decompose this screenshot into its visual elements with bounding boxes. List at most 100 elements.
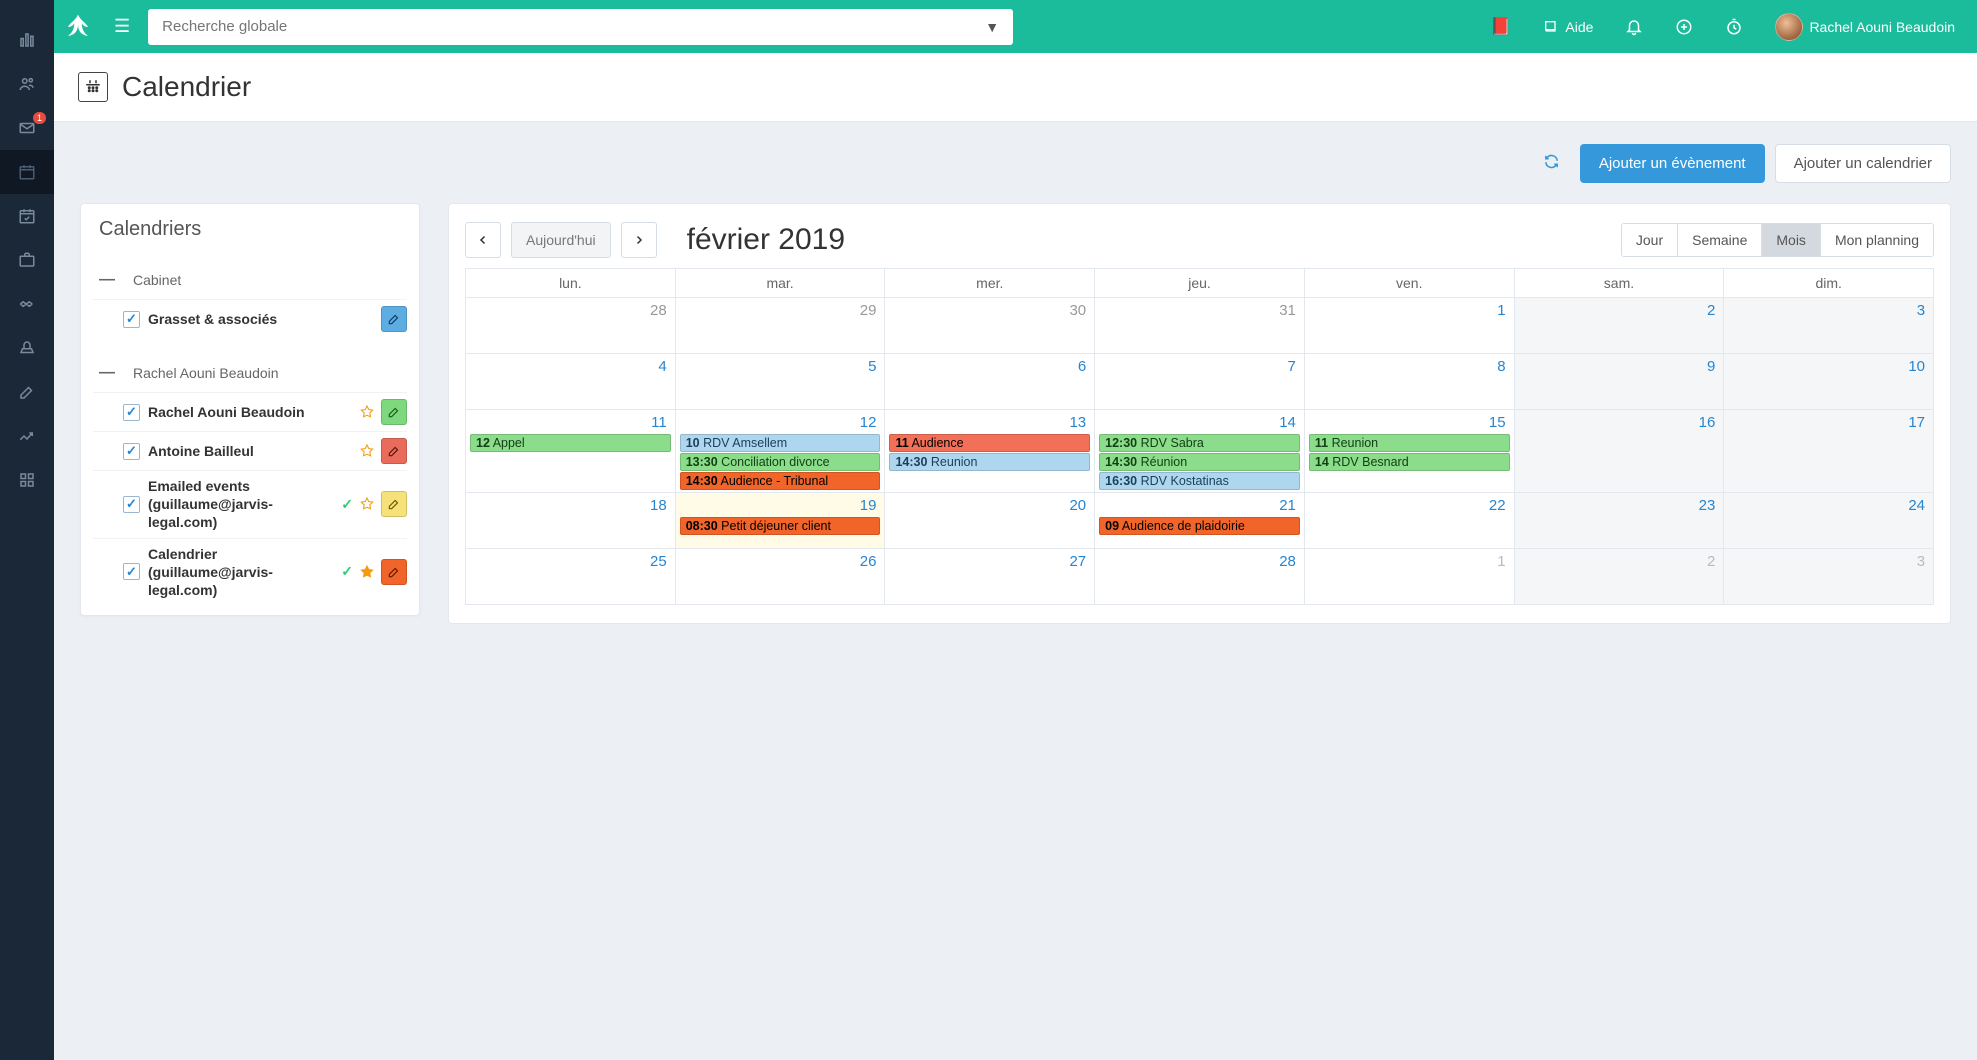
day-cell[interactable]: 25	[466, 549, 676, 605]
calendar-event[interactable]: 13:30 Conciliation divorce	[680, 453, 881, 471]
day-cell[interactable]: 26	[676, 549, 886, 605]
day-cell[interactable]: 1908:30 Petit déjeuner client	[676, 493, 886, 549]
refresh-icon[interactable]	[1543, 153, 1560, 174]
nav-mail[interactable]: 1	[0, 106, 54, 150]
day-cell[interactable]: 22	[1305, 493, 1515, 549]
day-cell[interactable]: 1511 Reunion14 RDV Besnard	[1305, 410, 1515, 493]
add-event-button[interactable]: Ajouter un évènement	[1580, 144, 1765, 183]
calendar-event[interactable]: 16:30 RDV Kostatinas	[1099, 472, 1300, 490]
group-toggle-icon[interactable]: —	[99, 364, 115, 382]
day-cell[interactable]: 2	[1515, 298, 1725, 354]
calendar-list-item: Rachel Aouni Beaudoin	[93, 392, 407, 431]
day-cell[interactable]: 1	[1305, 549, 1515, 605]
day-cell[interactable]: 28	[1095, 549, 1305, 605]
add-icon[interactable]	[1665, 18, 1703, 36]
day-cell[interactable]: 29	[676, 298, 886, 354]
calendar-label: Rachel Aouni Beaudoin	[148, 403, 351, 421]
calendar-event[interactable]: 08:30 Petit déjeuner client	[680, 517, 881, 535]
day-cell[interactable]: 3	[1724, 549, 1934, 605]
edit-calendar-button[interactable]	[381, 399, 407, 425]
day-cell[interactable]: 1	[1305, 298, 1515, 354]
star-icon[interactable]	[359, 443, 375, 459]
edit-calendar-button[interactable]	[381, 491, 407, 517]
view-day[interactable]: Jour	[1622, 224, 1677, 256]
next-month-button[interactable]	[621, 222, 657, 258]
day-cell[interactable]: 5	[676, 354, 886, 410]
day-cell[interactable]: 10	[1724, 354, 1934, 410]
day-cell[interactable]: 31	[1095, 298, 1305, 354]
add-calendar-button[interactable]: Ajouter un calendrier	[1775, 144, 1951, 183]
global-search-input[interactable]	[148, 9, 1013, 45]
calendar-event[interactable]: 10 RDV Amsellem	[680, 434, 881, 452]
day-cell[interactable]: 23	[1515, 493, 1725, 549]
calendar-event[interactable]: 12:30 RDV Sabra	[1099, 434, 1300, 452]
group-toggle-icon[interactable]: —	[99, 271, 115, 289]
day-cell[interactable]: 18	[466, 493, 676, 549]
view-week[interactable]: Semaine	[1677, 224, 1761, 256]
day-cell[interactable]: 17	[1724, 410, 1934, 493]
nav-cases[interactable]	[0, 238, 54, 282]
help-link[interactable]: Aide	[1533, 19, 1603, 35]
nav-reports[interactable]	[0, 414, 54, 458]
calendar-checkbox[interactable]	[123, 563, 140, 580]
notifications-pinned-icon[interactable]: 📕	[1480, 17, 1521, 37]
nav-billing[interactable]	[0, 326, 54, 370]
calendar-checkbox[interactable]	[123, 404, 140, 421]
edit-calendar-button[interactable]	[381, 306, 407, 332]
day-cell[interactable]: 1210 RDV Amsellem13:30 Conciliation divo…	[676, 410, 886, 493]
day-cell[interactable]: 8	[1305, 354, 1515, 410]
bell-icon[interactable]	[1615, 18, 1653, 36]
calendar-event[interactable]: 14:30 Reunion	[889, 453, 1090, 471]
nav-edit[interactable]	[0, 370, 54, 414]
nav-more[interactable]	[0, 458, 54, 502]
day-cell[interactable]: 4	[466, 354, 676, 410]
calendar-event[interactable]: 09 Audience de plaidoirie	[1099, 517, 1300, 535]
star-icon[interactable]	[359, 496, 375, 512]
calendar-event[interactable]: 14:30 Audience - Tribunal	[680, 472, 881, 490]
calendar-event[interactable]: 12 Appel	[470, 434, 671, 452]
day-cell[interactable]: 16	[1515, 410, 1725, 493]
timer-icon[interactable]	[1715, 18, 1753, 36]
day-cell[interactable]: 6	[885, 354, 1095, 410]
view-planning[interactable]: Mon planning	[1820, 224, 1933, 256]
nav-calendar[interactable]	[0, 150, 54, 194]
day-cell[interactable]: 2109 Audience de plaidoirie	[1095, 493, 1305, 549]
day-cell[interactable]: 28	[466, 298, 676, 354]
day-cell[interactable]: 20	[885, 493, 1095, 549]
calendar-event[interactable]: 14 RDV Besnard	[1309, 453, 1510, 471]
calendar-checkbox[interactable]	[123, 311, 140, 328]
star-icon[interactable]	[359, 404, 375, 420]
calendars-panel-title: Calendriers	[81, 204, 419, 255]
day-cell[interactable]: 1412:30 RDV Sabra14:30 Réunion16:30 RDV …	[1095, 410, 1305, 493]
app-logo-icon[interactable]	[60, 9, 96, 45]
nav-appointments[interactable]	[0, 194, 54, 238]
star-icon[interactable]	[359, 564, 375, 580]
prev-month-button[interactable]	[465, 222, 501, 258]
calendar-event[interactable]: 14:30 Réunion	[1099, 453, 1300, 471]
calendar-checkbox[interactable]	[123, 443, 140, 460]
calendar-checkbox[interactable]	[123, 496, 140, 513]
day-cell[interactable]: 1112 Appel	[466, 410, 676, 493]
day-cell[interactable]: 3	[1724, 298, 1934, 354]
day-cell[interactable]: 7	[1095, 354, 1305, 410]
nav-contacts[interactable]	[0, 62, 54, 106]
day-cell[interactable]: 9	[1515, 354, 1725, 410]
day-cell[interactable]: 2	[1515, 549, 1725, 605]
calendar-event[interactable]: 11 Reunion	[1309, 434, 1510, 452]
day-cell[interactable]: 24	[1724, 493, 1934, 549]
calendar-event[interactable]: 11 Audience	[889, 434, 1090, 452]
day-cell[interactable]: 27	[885, 549, 1095, 605]
nav-dashboard[interactable]	[0, 18, 54, 62]
day-number: 22	[1489, 497, 1506, 514]
edit-calendar-button[interactable]	[381, 438, 407, 464]
nav-deals[interactable]	[0, 282, 54, 326]
day-cell[interactable]: 30	[885, 298, 1095, 354]
user-menu[interactable]: Rachel Aouni Beaudoin	[1765, 13, 1965, 41]
view-month[interactable]: Mois	[1761, 224, 1820, 256]
today-button[interactable]: Aujourd'hui	[511, 222, 611, 258]
menu-toggle-icon[interactable]: ☰	[114, 16, 130, 37]
day-cell[interactable]: 1311 Audience14:30 Reunion	[885, 410, 1095, 493]
edit-calendar-button[interactable]	[381, 559, 407, 585]
day-number: 29	[860, 302, 877, 319]
mail-badge: 1	[33, 112, 46, 124]
